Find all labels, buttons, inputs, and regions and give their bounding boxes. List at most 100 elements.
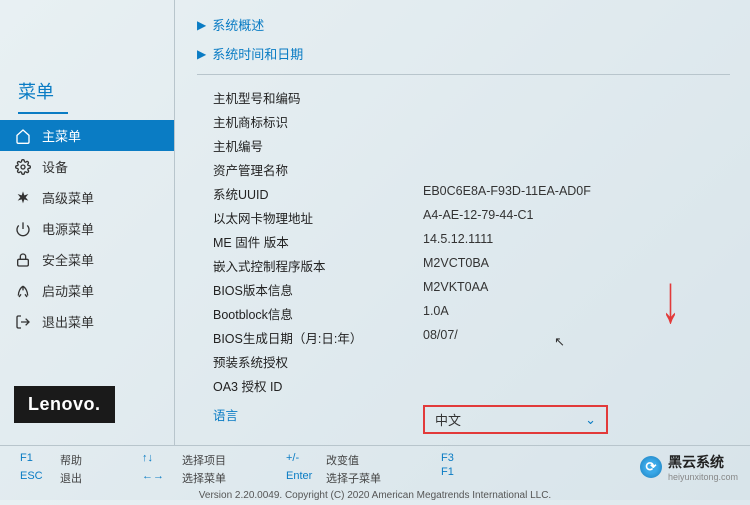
- divider: [197, 74, 730, 75]
- key-desc: 选择项目: [182, 452, 226, 468]
- watermark-sub: heiyunxitong.com: [668, 472, 738, 482]
- language-row: 语言 中文 ⌄: [213, 397, 730, 437]
- info-label: BIOS版本信息: [213, 280, 423, 299]
- info-label: Bootblock信息: [213, 304, 423, 323]
- language-label: 语言: [213, 405, 423, 434]
- info-value: M2VKT0AA: [423, 280, 730, 299]
- nav-advanced[interactable]: 高级菜单: [0, 182, 174, 213]
- chevron-down-icon: ⌄: [585, 412, 596, 428]
- section-label: 系统时间和日期: [212, 44, 303, 63]
- info-value: A4-AE-12-79-44-C1: [423, 208, 730, 227]
- info-value: 1.0A: [423, 304, 730, 323]
- key-f1b: F1: [441, 466, 471, 478]
- menu-underline: [18, 112, 68, 114]
- rocket-icon: [14, 282, 32, 300]
- nav-label: 退出菜单: [42, 312, 94, 331]
- info-row: 以太网卡物理地址A4-AE-12-79-44-C1: [213, 205, 730, 229]
- info-label: 资产管理名称: [213, 160, 423, 179]
- gear-icon: [14, 158, 32, 176]
- key-plusminus: +/-: [286, 452, 316, 468]
- nav-power[interactable]: 电源菜单: [0, 213, 174, 244]
- key-desc: 选择菜单: [182, 470, 226, 486]
- info-row: 资产管理名称: [213, 157, 730, 181]
- info-value: [423, 88, 730, 107]
- language-value: 中文: [435, 410, 461, 429]
- menu-title: 菜单: [0, 8, 174, 112]
- nav-boot[interactable]: 启动菜单: [0, 275, 174, 306]
- chevron-right-icon: ▶: [197, 18, 206, 32]
- info-label: 预装系统授权: [213, 352, 423, 371]
- info-row: 主机编号: [213, 133, 730, 157]
- nav-main-menu[interactable]: 主菜单: [0, 120, 174, 151]
- lock-icon: [14, 251, 32, 269]
- info-row: 主机型号和编码: [213, 85, 730, 109]
- info-row: ME 固件 版本14.5.12.1111: [213, 229, 730, 253]
- info-list: 主机型号和编码 主机商标标识 主机编号 资产管理名称 系统UUIDEB0C6E8…: [197, 85, 730, 437]
- key-f3: F3: [441, 452, 471, 464]
- info-value: [423, 136, 730, 155]
- info-row: 系统UUIDEB0C6E8A-F93D-11EA-AD0F: [213, 181, 730, 205]
- info-label: 主机商标标识: [213, 112, 423, 131]
- nav-exit[interactable]: 退出菜单: [0, 306, 174, 337]
- footer: F1 帮助 ESC 退出 ↑↓ 选择项目 ←→ 选择菜单 +/- 改变值 Enter 选择子…: [0, 445, 750, 505]
- info-value: 14.5.12.1111: [423, 232, 730, 251]
- key-updown: ↑↓: [142, 452, 172, 468]
- language-select[interactable]: 中文 ⌄: [423, 405, 608, 434]
- key-desc: 退出: [60, 470, 82, 486]
- info-row: BIOS生成日期（月:日:年）08/07/: [213, 325, 730, 349]
- info-label: 主机编号: [213, 136, 423, 155]
- nav-devices[interactable]: 设备: [0, 151, 174, 182]
- watermark-icon: ⟳: [640, 456, 662, 478]
- chevron-right-icon: ▶: [197, 47, 206, 61]
- main-panel: ▶ 系统概述 ▶ 系统时间和日期 主机型号和编码 主机商标标识 主机编号 资产管…: [175, 0, 750, 445]
- info-row: 主机商标标识: [213, 109, 730, 133]
- nav-label: 高级菜单: [42, 188, 94, 207]
- info-value: [423, 352, 730, 371]
- info-value: M2VCT0BA: [423, 256, 730, 275]
- info-row: OA3 授权 ID: [213, 373, 730, 397]
- info-label: BIOS生成日期（月:日:年）: [213, 328, 423, 347]
- info-value: [423, 160, 730, 179]
- info-label: OA3 授权 ID: [213, 376, 423, 395]
- info-label: ME 固件 版本: [213, 232, 423, 251]
- info-row: 预装系统授权: [213, 349, 730, 373]
- section-label: 系统概述: [212, 15, 264, 34]
- section-overview[interactable]: ▶ 系统概述: [197, 10, 730, 39]
- copyright: Version 2.20.0049. Copyright (C) 2020 Am…: [20, 486, 730, 501]
- nav-label: 电源菜单: [42, 219, 94, 238]
- info-row: BIOS版本信息M2VKT0AA: [213, 277, 730, 301]
- info-row: 嵌入式控制程序版本M2VCT0BA: [213, 253, 730, 277]
- lenovo-logo: Lenovo.: [14, 386, 115, 423]
- nav-label: 安全菜单: [42, 250, 94, 269]
- key-esc: ESC: [20, 470, 50, 486]
- watermark-title: 黑云系统: [668, 454, 724, 470]
- info-row: Bootblock信息1.0A: [213, 301, 730, 325]
- section-datetime[interactable]: ▶ 系统时间和日期: [197, 39, 730, 68]
- nav-list: 主菜单 设备 高级菜单 电源菜单: [0, 120, 174, 376]
- sidebar: 菜单 主菜单 设备 高级菜单: [0, 0, 175, 445]
- home-icon: [14, 127, 32, 145]
- info-value: [423, 376, 730, 395]
- power-icon: [14, 220, 32, 238]
- exit-icon: [14, 313, 32, 331]
- key-f1: F1: [20, 452, 50, 468]
- info-label: 嵌入式控制程序版本: [213, 256, 423, 275]
- info-label: 系统UUID: [213, 184, 423, 203]
- nav-security[interactable]: 安全菜单: [0, 244, 174, 275]
- info-label: 以太网卡物理地址: [213, 208, 423, 227]
- key-leftright: ←→: [142, 470, 172, 486]
- key-desc: 选择子菜单: [326, 470, 381, 486]
- info-label: 主机型号和编码: [213, 88, 423, 107]
- nav-label: 启动菜单: [42, 281, 94, 300]
- footer-keys: F1 帮助 ESC 退出 ↑↓ 选择项目 ←→ 选择菜单 +/- 改变值 Enter 选择子…: [20, 452, 730, 486]
- nav-label: 主菜单: [42, 126, 81, 145]
- key-desc: 帮助: [60, 452, 82, 468]
- key-enter: Enter: [286, 470, 316, 486]
- info-value: 08/07/: [423, 328, 730, 347]
- info-value: EB0C6E8A-F93D-11EA-AD0F: [423, 184, 730, 203]
- info-value: [423, 112, 730, 131]
- key-desc: 改变值: [326, 452, 359, 468]
- watermark: ⟳ 黑云系统 heiyunxitong.com: [640, 452, 738, 482]
- asterisk-icon: [14, 189, 32, 207]
- nav-label: 设备: [42, 157, 68, 176]
